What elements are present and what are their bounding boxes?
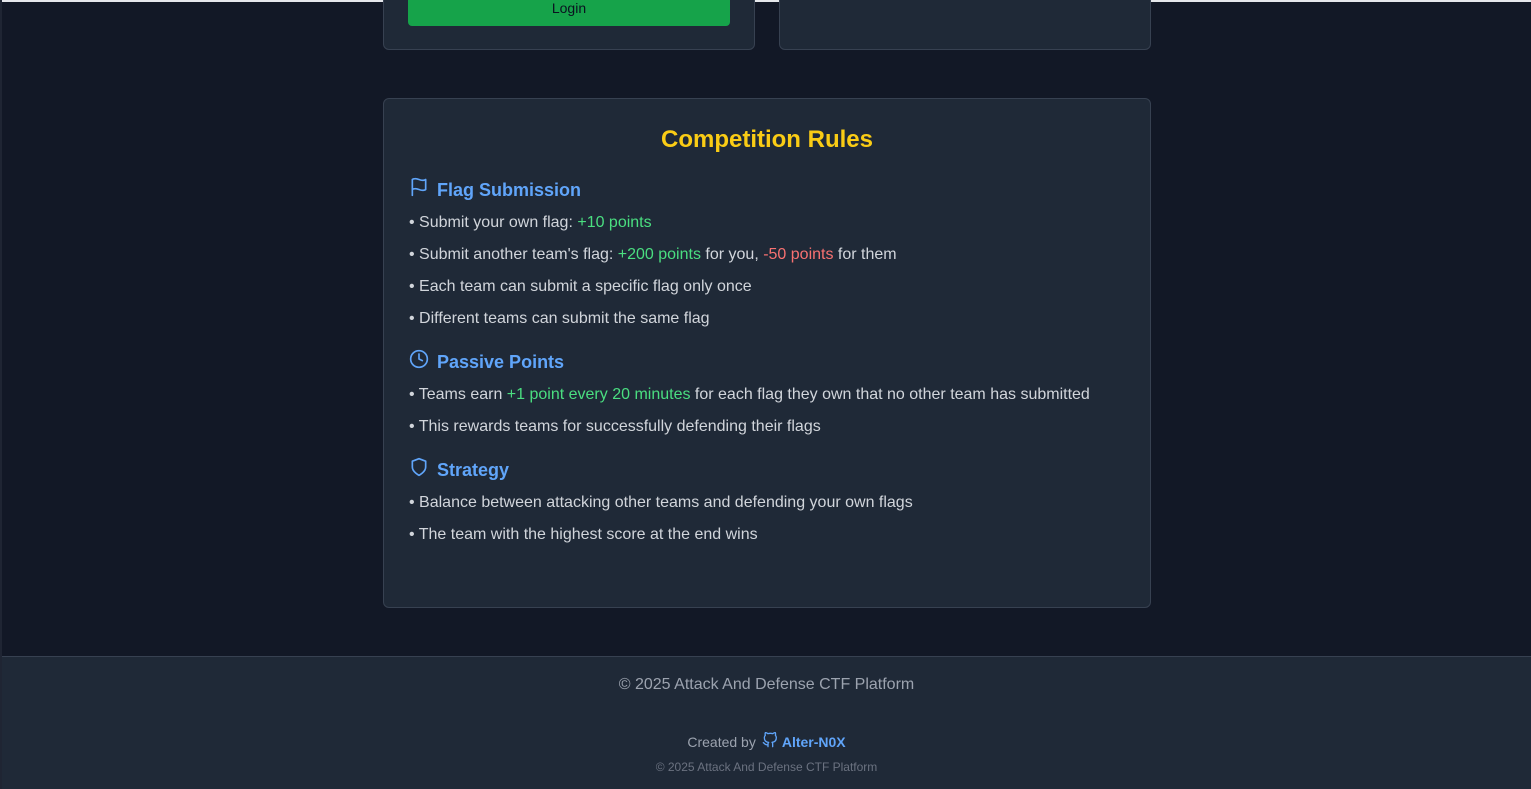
list-item: • Balance between attacking other teams …	[409, 494, 913, 511]
list-item: • Submit your own flag: +10 points	[409, 214, 652, 231]
rules-title: Competition Rules	[660, 126, 873, 153]
competition-rules-card: Competition Rules Flag Submission • Subm…	[383, 98, 1151, 608]
footer: © 2025 Attack And Defense CTF Platform C…	[2, 656, 1531, 789]
side-card	[779, 0, 1151, 50]
list-item: • Each team can submit a specific flag o…	[409, 278, 752, 295]
author-name: Alter-N0X	[781, 733, 846, 750]
section-strategy: Strategy • Balance between attacking oth…	[409, 457, 1125, 547]
top-border	[0, 0, 1531, 2]
section-passive-points: Passive Points • Teams earn +1 point eve…	[409, 349, 1125, 439]
login-button[interactable]: Login	[408, 0, 730, 26]
section-title: Strategy	[437, 460, 510, 480]
section-flag-submission: Flag Submission • Submit your own flag: …	[409, 177, 1125, 331]
section-header: Flag Submission	[409, 177, 1125, 203]
footer-small-copyright: © 2025 Attack And Defense CTF Platform	[655, 760, 878, 774]
list-item: • Different teams can submit the same fl…	[409, 310, 710, 327]
section-title: Passive Points	[437, 352, 565, 372]
section-title: Flag Submission	[437, 180, 582, 200]
created-by-label: Created by	[687, 733, 756, 750]
author-link[interactable]: Alter-N0X	[762, 731, 846, 751]
section-header: Strategy	[409, 457, 1125, 483]
list-item: • Submit another team's flag: +200 point…	[409, 246, 897, 263]
shield-icon	[409, 457, 429, 483]
footer-copyright: © 2025 Attack And Defense CTF Platform	[618, 676, 915, 693]
footer-credit: Created by Alter-N0X	[2, 731, 1531, 751]
list-item: • This rewards teams for successfully de…	[409, 418, 821, 435]
flag-icon	[409, 177, 429, 203]
github-icon	[762, 731, 778, 751]
clock-icon	[409, 349, 429, 375]
list-item: • Teams earn +1 point every 20 minutes f…	[409, 386, 1090, 403]
login-card: Login	[383, 0, 755, 50]
list-item: • The team with the highest score at the…	[409, 526, 758, 543]
section-header: Passive Points	[409, 349, 1125, 375]
